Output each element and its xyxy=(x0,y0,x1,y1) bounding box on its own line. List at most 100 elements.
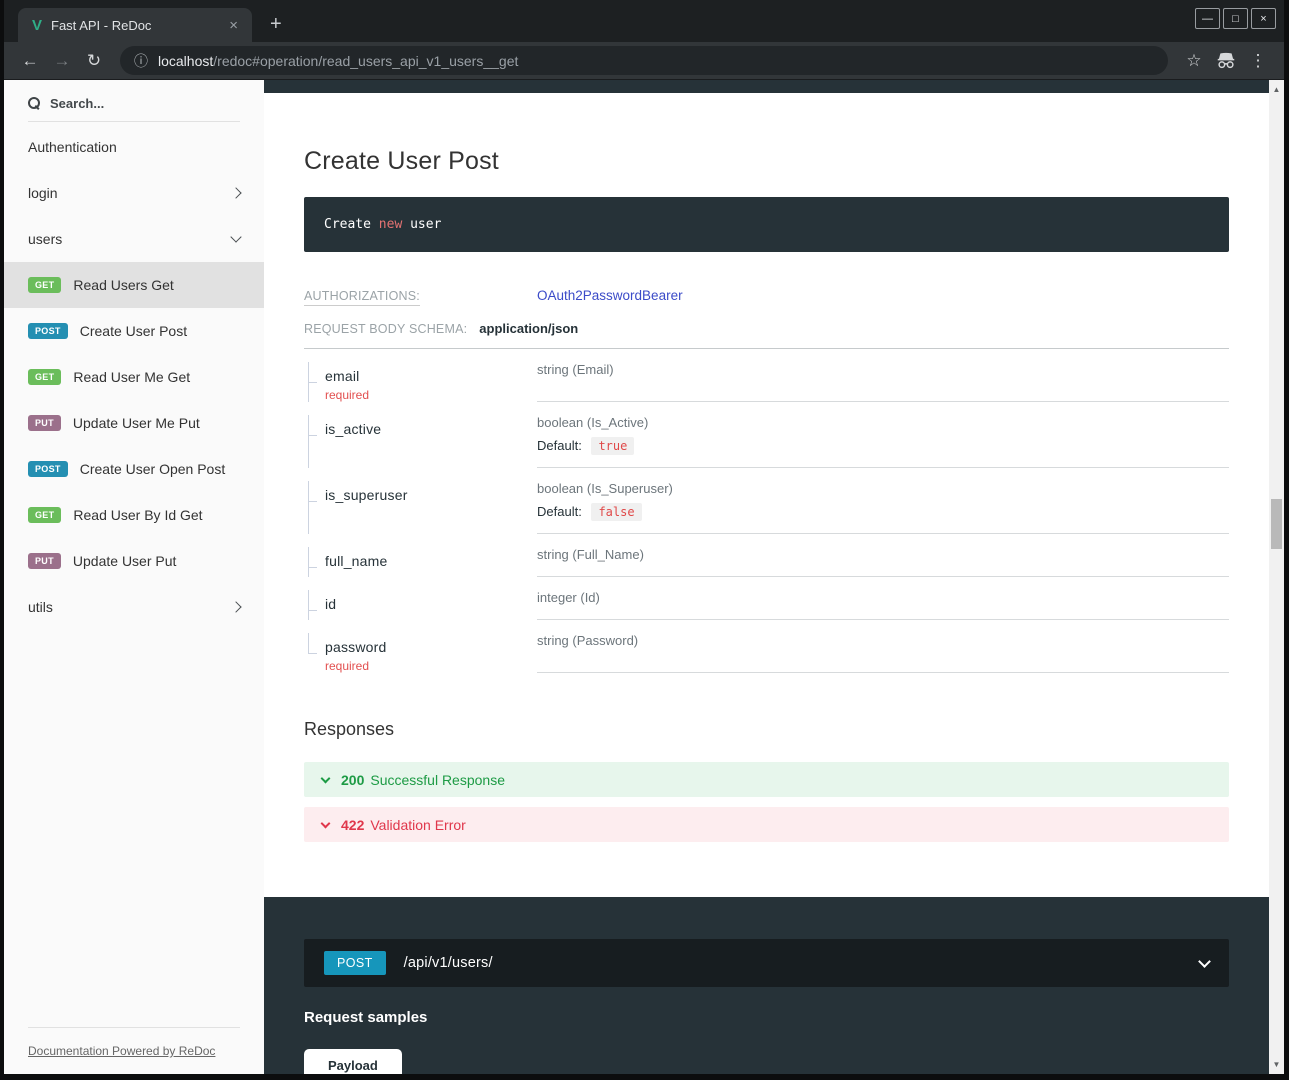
field-detail-cell: boolean (Is_Superuser) Default: false xyxy=(537,468,1229,534)
address-bar[interactable]: ⓘ localhost /redoc#operation/read_users_… xyxy=(120,46,1168,75)
scroll-down-icon[interactable]: ▼ xyxy=(1269,1057,1284,1072)
field-detail-cell: boolean (Is_Active) Default: true xyxy=(537,402,1229,468)
endpoint-dropdown[interactable]: POST /api/v1/users/ xyxy=(304,939,1229,987)
method-badge: GET xyxy=(28,277,61,293)
default-value: true xyxy=(591,437,634,455)
previous-section-panel xyxy=(264,80,1269,93)
responses-list: 200 Successful Response 422 Validation E… xyxy=(304,762,1229,842)
page: Authentication login users xyxy=(4,80,1284,1074)
field-detail-cell: integer (Id) xyxy=(537,577,1229,620)
sidebar-nav: Authentication login users xyxy=(4,124,264,1019)
default-label: Default: xyxy=(537,504,582,519)
sidebar-item[interactable]: utils xyxy=(4,584,264,630)
sidebar-item[interactable]: PUT Update User Put xyxy=(4,538,264,584)
sidebar-item-label: Authentication xyxy=(28,139,244,155)
tab-payload[interactable]: Payload xyxy=(304,1049,402,1074)
field-name-cell: password required xyxy=(304,620,537,673)
bookmark-star-icon[interactable]: ☆ xyxy=(1178,51,1210,71)
request-body-row: REQUEST BODY SCHEMA: application/json xyxy=(304,321,1229,336)
browser-toolbar: ← → ↻ ⓘ localhost /redoc#operation/read_… xyxy=(4,42,1284,80)
response-row[interactable]: 422 Validation Error xyxy=(304,807,1229,842)
tree-connector xyxy=(304,415,325,468)
sidebar-item-label: Update User Put xyxy=(73,553,244,569)
content-spacer xyxy=(304,852,1229,897)
sidebar-item[interactable]: POST Create User Post xyxy=(4,308,264,354)
operation-description-code: Create new user xyxy=(304,197,1229,252)
reload-icon[interactable]: ↻ xyxy=(78,51,110,71)
tab-title: Fast API - ReDoc xyxy=(51,18,225,33)
sidebar-item[interactable]: GET Read User Me Get xyxy=(4,354,264,400)
field-name: is_active xyxy=(325,421,381,437)
chevron-down-icon xyxy=(321,773,331,783)
request-samples-title: Request samples xyxy=(304,1009,1229,1026)
endpoint-method-badge: POST xyxy=(324,951,386,975)
response-label: Validation Error xyxy=(370,817,465,833)
request-samples-section: POST /api/v1/users/ Request samples Payl… xyxy=(264,897,1269,1074)
window-controls: — □ × xyxy=(1195,8,1276,29)
site-info-icon[interactable]: ⓘ xyxy=(134,51,148,71)
sidebar-item[interactable]: login xyxy=(4,170,264,216)
scroll-up-icon[interactable]: ▲ xyxy=(1269,82,1284,97)
chevron-icon xyxy=(230,601,241,612)
sidebar-item[interactable]: PUT Update User Me Put xyxy=(4,400,264,446)
sidebar-item[interactable]: POST Create User Open Post xyxy=(4,446,264,492)
scrollbar-thumb[interactable] xyxy=(1271,499,1282,549)
redoc-footer-link[interactable]: Documentation Powered by ReDoc xyxy=(28,1044,215,1058)
response-row[interactable]: 200 Successful Response xyxy=(304,762,1229,797)
url-host: localhost xyxy=(158,53,213,69)
sidebar-item[interactable]: GET Read User By Id Get xyxy=(4,492,264,538)
maximize-button[interactable]: □ xyxy=(1223,8,1248,29)
schema-field-row: id integer (Id) xyxy=(304,577,1229,620)
tree-connector xyxy=(304,362,325,402)
sidebar-item-label: Read User By Id Get xyxy=(73,507,244,523)
oauth-link[interactable]: OAuth2PasswordBearer xyxy=(537,288,683,303)
back-icon[interactable]: ← xyxy=(14,51,46,71)
method-badge: POST xyxy=(28,461,68,477)
search-row xyxy=(4,80,264,117)
chevron-down-icon xyxy=(321,818,331,828)
forward-icon[interactable]: → xyxy=(46,51,78,71)
sidebar-item-label: Create User Post xyxy=(80,323,244,339)
tree-connector xyxy=(304,547,325,577)
new-tab-button[interactable]: + xyxy=(264,13,288,36)
field-name: id xyxy=(325,596,336,612)
field-default-row: Default: true xyxy=(537,438,1229,453)
field-name-cell: full_name xyxy=(304,534,537,577)
sidebar-item[interactable]: users xyxy=(4,216,264,262)
response-code: 422 xyxy=(341,817,364,833)
tree-connector xyxy=(304,633,325,673)
tree-connector xyxy=(304,481,325,534)
menu-dots-icon[interactable]: ⋮ xyxy=(1242,51,1274,71)
search-input[interactable] xyxy=(50,96,240,111)
tab-close-icon[interactable]: × xyxy=(225,17,242,34)
method-badge: GET xyxy=(28,507,61,523)
field-name: full_name xyxy=(325,553,388,569)
field-type: string (Password) xyxy=(537,633,1229,648)
code-text: Create xyxy=(324,217,379,232)
field-name-cell: is_active xyxy=(304,402,537,468)
schema-field-row: full_name string (Full_Name) xyxy=(304,534,1229,577)
chevron-down-icon xyxy=(1198,955,1211,968)
field-detail-cell: string (Email) xyxy=(537,349,1229,402)
sidebar-item[interactable]: Authentication xyxy=(4,124,264,170)
response-code: 200 xyxy=(341,772,364,788)
page-scrollbar[interactable]: ▲ ▼ xyxy=(1269,80,1284,1074)
sidebar: Authentication login users xyxy=(4,80,264,1074)
tab-strip: V Fast API - ReDoc × + — □ × xyxy=(4,0,1284,42)
close-button[interactable]: × xyxy=(1251,8,1276,29)
tree-connector xyxy=(304,590,325,620)
sidebar-item-label: Read User Me Get xyxy=(73,369,244,385)
method-badge: PUT xyxy=(28,553,61,569)
main-content: Create User Post Create new user AUTHORI… xyxy=(264,80,1269,1074)
method-badge: POST xyxy=(28,323,68,339)
browser-tab[interactable]: V Fast API - ReDoc × xyxy=(18,8,252,42)
default-value: false xyxy=(591,503,641,521)
sidebar-item[interactable]: GET Read Users Get xyxy=(4,262,264,308)
minimize-button[interactable]: — xyxy=(1195,8,1220,29)
field-name: is_superuser xyxy=(325,487,408,503)
field-name-cell: email required xyxy=(304,349,537,402)
field-default-row: Default: false xyxy=(537,504,1229,519)
browser-window: V Fast API - ReDoc × + — □ × ← → ↻ ⓘ loc… xyxy=(4,0,1284,1074)
schema-fields-table: email required string (Email) xyxy=(304,348,1229,673)
field-type: boolean (Is_Active) xyxy=(537,415,1229,430)
